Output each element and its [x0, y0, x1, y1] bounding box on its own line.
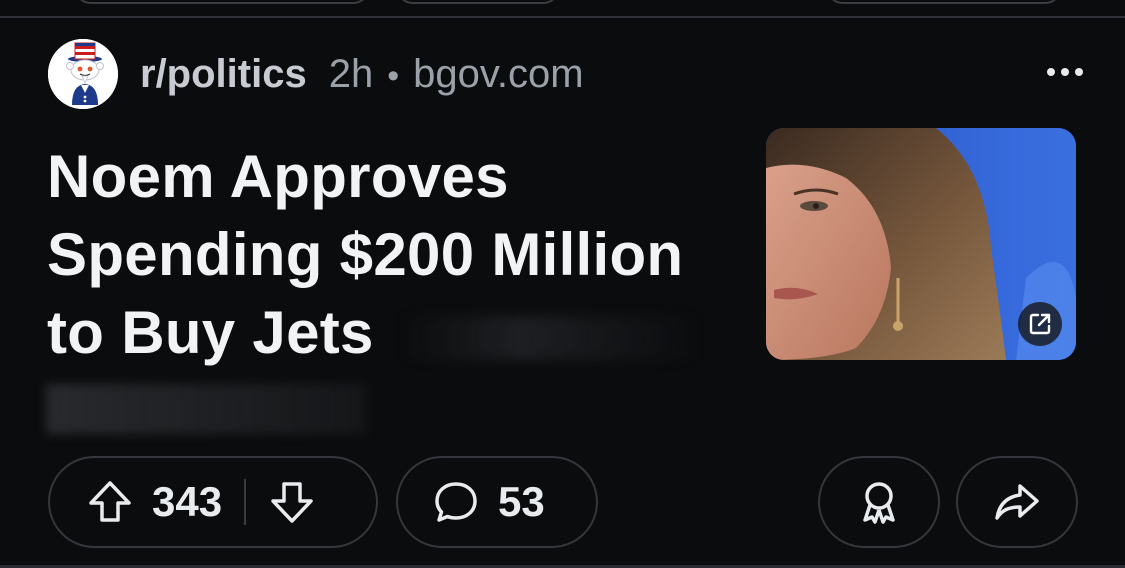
award-button[interactable]	[818, 456, 940, 548]
blurred-text-region	[400, 316, 700, 360]
arrow-down-icon	[271, 482, 313, 523]
post-action-bar: 343 53	[0, 456, 1125, 552]
blurred-text-region-2	[46, 384, 366, 434]
arrow-up-icon	[89, 481, 131, 522]
external-link-button[interactable]	[1018, 302, 1062, 346]
post-time: 2h	[328, 51, 374, 96]
vote-control: 343	[48, 456, 378, 548]
external-link-icon	[1029, 313, 1051, 335]
downvote-button[interactable]	[268, 478, 316, 526]
uncle-sam-snoo-icon	[48, 39, 118, 109]
comment-count: 53	[498, 478, 545, 525]
upvote-count: 343	[152, 478, 223, 525]
source-domain[interactable]: bgov.com	[413, 52, 583, 97]
subreddit-avatar[interactable]	[48, 39, 118, 109]
vote-separator	[244, 479, 247, 525]
previous-pill-right	[826, 0, 1062, 4]
upvote-button[interactable]	[86, 478, 134, 526]
speech-bubble-icon	[435, 482, 477, 522]
award-icon	[863, 482, 895, 524]
share-arrow-icon	[995, 484, 1039, 520]
post-header: r/politics 2h • bgov.com	[48, 38, 1088, 110]
more-options-icon	[1047, 68, 1083, 76]
previous-pill-middle	[396, 0, 560, 4]
post-meta: r/politics 2h • bgov.com	[140, 52, 584, 97]
previous-pill-left	[74, 0, 370, 4]
post-thumbnail[interactable]	[766, 128, 1076, 360]
more-options-button[interactable]	[1042, 52, 1088, 92]
subreddit-name[interactable]: r/politics	[140, 52, 307, 97]
meta-separator: •	[387, 56, 400, 95]
comments-button[interactable]: 53	[396, 456, 598, 548]
share-button[interactable]	[956, 456, 1078, 548]
post-divider-top	[0, 16, 1125, 18]
